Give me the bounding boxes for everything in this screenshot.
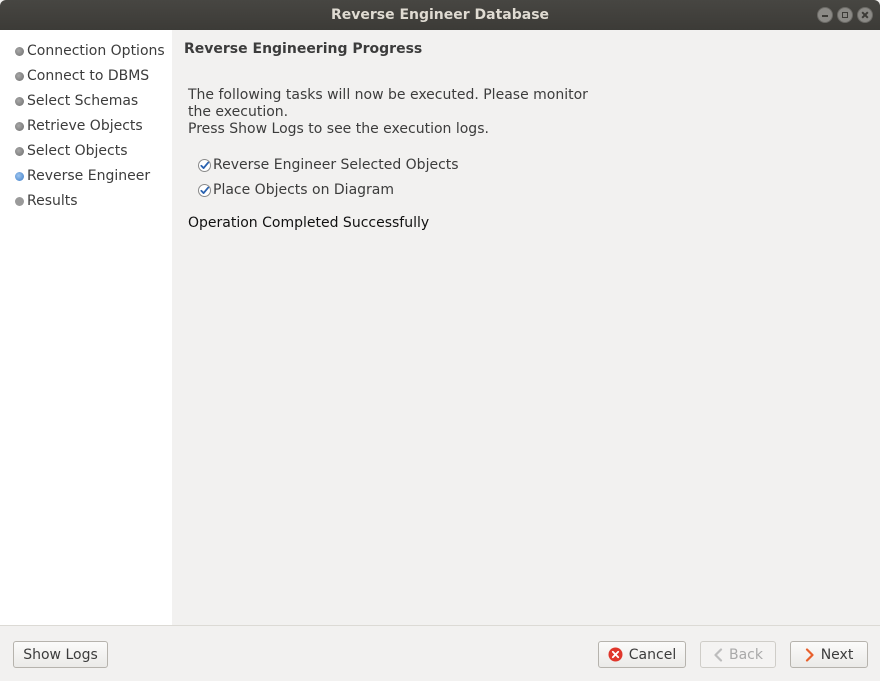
step-done-bullet-icon xyxy=(15,146,24,156)
step-pending-bullet-icon xyxy=(15,196,24,206)
chevron-right-icon xyxy=(805,647,815,662)
step-connection-options: Connection Options xyxy=(15,41,165,61)
description-line: Press Show Logs to see the execution log… xyxy=(188,121,489,137)
chevron-left-icon xyxy=(713,647,723,662)
step-select-schemas: Select Schemas xyxy=(15,91,138,111)
step-label: Results xyxy=(27,193,78,209)
main-content: Reverse Engineering Progress The followi… xyxy=(172,30,880,625)
next-label: Next xyxy=(820,646,854,663)
status-message: Operation Completed Successfully xyxy=(188,215,430,231)
close-icon[interactable] xyxy=(857,7,873,23)
button-bar: Show Logs Cancel Back Next xyxy=(0,625,880,681)
step-reverse-engineer: Reverse Engineer xyxy=(15,166,150,186)
description: The following tasks will now be executed… xyxy=(188,87,588,138)
cancel-button[interactable]: Cancel xyxy=(598,641,686,668)
wizard-steps-sidebar: Connection Options Connect to DBMS Selec… xyxy=(0,30,172,625)
description-line: The following tasks will now be executed… xyxy=(188,87,588,103)
step-select-objects: Select Objects xyxy=(15,141,128,161)
checkmark-icon xyxy=(198,183,211,197)
task-place-objects-on-diagram: Place Objects on Diagram xyxy=(198,180,394,200)
step-done-bullet-icon xyxy=(15,96,24,106)
task-label: Place Objects on Diagram xyxy=(213,182,395,198)
task-reverse-engineer-selected-objects: Reverse Engineer Selected Objects xyxy=(198,155,459,175)
back-button[interactable]: Back xyxy=(700,641,776,668)
cancel-label: Cancel xyxy=(628,646,677,663)
checkmark-icon xyxy=(198,158,211,172)
step-label: Select Objects xyxy=(27,143,128,159)
step-label: Connect to DBMS xyxy=(27,68,150,84)
step-retrieve-objects: Retrieve Objects xyxy=(15,116,143,136)
show-logs-button[interactable]: Show Logs xyxy=(13,641,108,668)
title-bar: Reverse Engineer Database xyxy=(0,0,880,30)
back-label: Back xyxy=(729,646,763,663)
show-logs-label: Show Logs xyxy=(23,646,98,663)
window-title: Reverse Engineer Database xyxy=(330,7,550,23)
step-done-bullet-icon xyxy=(15,121,24,131)
minimize-icon[interactable] xyxy=(817,7,833,23)
step-done-bullet-icon xyxy=(15,46,24,56)
next-button[interactable]: Next xyxy=(790,641,868,668)
step-current-bullet-icon xyxy=(15,171,24,181)
step-label: Connection Options xyxy=(27,43,165,59)
cancel-icon xyxy=(608,647,623,662)
step-label: Reverse Engineer xyxy=(27,168,151,184)
task-label: Reverse Engineer Selected Objects xyxy=(213,157,459,173)
description-line: the execution. xyxy=(188,104,289,120)
step-connect-to-dbms: Connect to DBMS xyxy=(15,66,149,86)
page-title: Reverse Engineering Progress xyxy=(184,41,423,57)
step-label: Retrieve Objects xyxy=(27,118,143,134)
step-done-bullet-icon xyxy=(15,71,24,81)
maximize-icon[interactable] xyxy=(837,7,853,23)
step-label: Select Schemas xyxy=(27,93,139,109)
step-results: Results xyxy=(15,191,78,211)
